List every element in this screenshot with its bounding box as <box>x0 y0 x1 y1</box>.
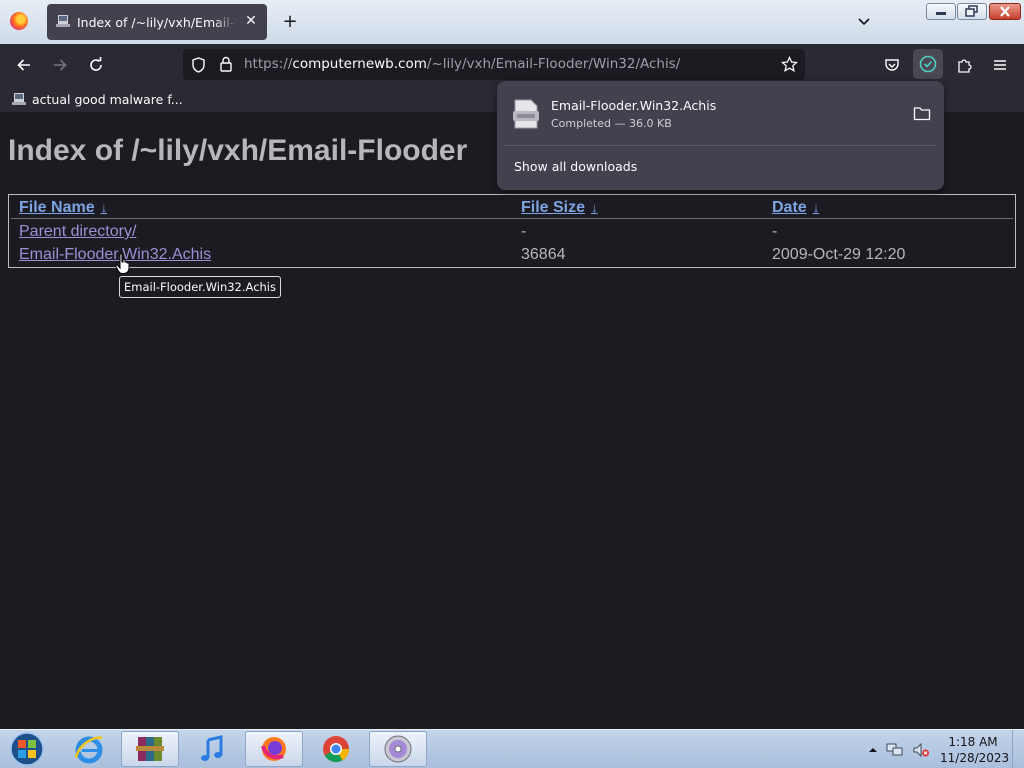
sort-arrow-icon: ↓ <box>591 200 598 215</box>
forward-button[interactable] <box>48 53 72 77</box>
show-all-downloads-button[interactable]: Show all downloads <box>514 159 637 174</box>
firefox-icon <box>261 737 286 761</box>
firefox-menu-icon[interactable] <box>10 12 28 30</box>
folder-icon[interactable] <box>913 106 931 121</box>
show-hidden-icons-icon[interactable] <box>868 745 878 755</box>
file-size-cell: 36864 <box>521 246 566 263</box>
bookmark-star-icon[interactable] <box>781 56 798 73</box>
downloads-divider <box>505 145 935 146</box>
windows-start-icon[interactable] <box>6 731 48 767</box>
lock-icon[interactable] <box>219 56 233 72</box>
dvd-disc-icon <box>384 735 412 763</box>
bookmark-item[interactable]: actual good malware f... <box>12 89 183 109</box>
page-title: Index of /~lily/vxh/Email-Flooder <box>8 134 468 167</box>
column-header-label: File Name <box>19 199 95 216</box>
taskbar-firefox[interactable] <box>245 731 303 767</box>
file-size-cell: - <box>521 223 527 240</box>
page-content: Index of /~lily/vxh/Email-Flooder File N… <box>0 112 1024 729</box>
column-header-label: File Size <box>521 199 586 216</box>
link-tooltip: Email-Flooder.Win32.Achis <box>119 276 281 298</box>
url-path: /~lily/vxh/Email-Flooder/Win32/Achis/ <box>426 56 681 72</box>
close-window-button[interactable] <box>989 3 1021 20</box>
minimize-button[interactable] <box>926 3 956 20</box>
downloads-button[interactable] <box>913 49 943 79</box>
music-note-icon <box>201 735 223 761</box>
server-icon <box>56 15 70 27</box>
app-menu-button[interactable] <box>988 53 1012 77</box>
bookmark-label: actual good malware f... <box>32 91 183 107</box>
url-text[interactable]: https://computernewb.com/~lily/vxh/Email… <box>244 56 680 72</box>
taskbar-itunes[interactable] <box>183 731 241 767</box>
puzzle-icon <box>957 58 972 73</box>
winrar-icon <box>136 737 164 761</box>
list-all-tabs-icon[interactable] <box>856 14 872 30</box>
downloads-panel: Email-Flooder.Win32.Achis Completed — 36… <box>497 81 944 190</box>
server-icon <box>12 93 26 105</box>
system-tray <box>868 742 930 758</box>
chrome-icon <box>323 736 350 763</box>
taskbar-winrar[interactable] <box>121 731 179 767</box>
back-button[interactable] <box>12 53 36 77</box>
extensions-button[interactable] <box>952 53 976 77</box>
hand-cursor-icon <box>115 253 130 274</box>
file-listing-table: File Name ↓ File Size ↓ Date ↓ Parent direc… <box>8 194 1016 268</box>
shield-icon[interactable] <box>191 57 206 73</box>
header-divider <box>11 218 1013 219</box>
column-header-date[interactable]: Date ↓ <box>772 199 819 217</box>
volume-muted-icon[interactable] <box>912 742 930 758</box>
reload-button[interactable] <box>84 53 108 77</box>
column-header-label: Date <box>772 199 807 216</box>
navigation-toolbar: https://computernewb.com/~lily/vxh/Email… <box>0 44 1024 85</box>
internet-explorer-icon <box>74 736 103 764</box>
download-file-name: Email-Flooder.Win32.Achis <box>551 98 717 113</box>
sort-arrow-icon: ↓ <box>100 200 108 215</box>
address-bar[interactable]: https://computernewb.com/~lily/vxh/Email… <box>183 49 805 80</box>
tab-strip: Index of /~lily/vxh/Email-Flooder/Win32/… <box>0 0 1024 44</box>
clock-time: 1:18 AM <box>948 735 998 749</box>
restore-button[interactable] <box>957 3 987 20</box>
download-status: Completed — 36.0 KB <box>551 117 672 130</box>
back-arrow-icon <box>17 59 30 71</box>
new-tab-icon[interactable]: + <box>280 12 300 32</box>
hamburger-menu-icon <box>994 60 1006 70</box>
taskbar-chrome[interactable] <box>307 731 365 767</box>
pocket-icon <box>885 59 899 71</box>
file-date-cell: 2009-Oct-29 12:20 <box>772 246 906 263</box>
tab-title: Index of /~lily/vxh/Email-Flooder/Win32/… <box>77 14 237 30</box>
pocket-button[interactable] <box>880 53 904 77</box>
clock-date: 11/28/2023 <box>940 751 1010 765</box>
download-item[interactable]: Email-Flooder.Win32.Achis Completed — 36… <box>505 89 935 139</box>
forward-arrow-icon <box>54 59 67 71</box>
column-header-file-size[interactable]: File Size ↓ <box>521 199 598 217</box>
file-link-parent-directory[interactable]: Parent directory/ <box>19 223 136 241</box>
file-icon <box>513 99 539 129</box>
file-date-cell: - <box>772 223 778 240</box>
reload-icon <box>90 57 102 71</box>
column-header-file-name[interactable]: File Name ↓ <box>19 199 107 217</box>
tab-active[interactable]: Index of /~lily/vxh/Email-Flooder/Win32/… <box>47 4 267 40</box>
windows-taskbar: 1:18 AM 11/28/2023 <box>0 729 1024 768</box>
close-icon <box>1000 6 1010 17</box>
url-host: computernewb.com <box>292 56 427 72</box>
show-desktop-button[interactable] <box>1012 730 1024 768</box>
url-scheme: https:// <box>244 56 293 72</box>
network-icon[interactable] <box>886 742 904 758</box>
download-complete-icon <box>919 55 937 73</box>
minimize-icon <box>936 12 946 15</box>
sort-arrow-icon: ↓ <box>812 200 820 215</box>
taskbar-dvd-maker[interactable] <box>369 731 427 767</box>
taskbar-clock[interactable]: 1:18 AM 11/28/2023 <box>940 734 1010 766</box>
taskbar-internet-explorer[interactable] <box>60 731 118 767</box>
tab-close-icon[interactable]: ✕ <box>243 13 259 29</box>
restore-icon <box>965 5 978 17</box>
